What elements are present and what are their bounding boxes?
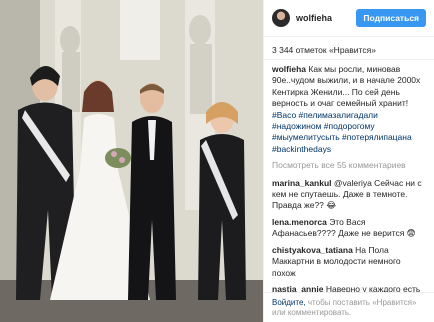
- header-username[interactable]: wolfieha: [296, 13, 356, 23]
- view-all-comments-link[interactable]: Посмотреть все 55 комментариев: [272, 160, 426, 171]
- comment: marina_kankul @valeriya Сейчас ни с кем …: [272, 178, 426, 212]
- caption-hashtags[interactable]: #Васо #пелимазалигадали #надожином #подо…: [272, 110, 412, 154]
- likes-count[interactable]: 3 344 отметок «Нравится»: [264, 37, 434, 60]
- comment: chistyakova_tatiana На Пола Маккартни в …: [272, 245, 426, 279]
- comment-username[interactable]: marina_kankul: [272, 178, 332, 188]
- caption: wolfieha Как мы росли, миновав 90е..чудо…: [272, 64, 426, 155]
- login-link[interactable]: Войдите,: [272, 298, 306, 307]
- instagram-post: wolfieha Подписаться 3 344 отметок «Нрав…: [0, 0, 434, 322]
- like-word: «Нравится»: [372, 298, 417, 307]
- post-header: wolfieha Подписаться: [264, 0, 434, 37]
- or-word: или: [272, 308, 286, 317]
- follow-button[interactable]: Подписаться: [356, 9, 426, 27]
- comment-thread: wolfieha Как мы росли, миновав 90е..чудо…: [264, 60, 434, 318]
- post-photo[interactable]: [0, 0, 263, 322]
- post-sidebar: wolfieha Подписаться 3 344 отметок «Нрав…: [263, 0, 434, 322]
- comment-word: комментировать.: [287, 308, 352, 317]
- comment-username[interactable]: chistyakova_tatiana: [272, 245, 353, 255]
- login-prompt-text: чтобы поставить: [307, 298, 370, 307]
- login-prompt: Войдите, чтобы поставить «Нравится» или …: [264, 292, 434, 322]
- comment: lena.menorca Это Вася Афанасьев???? Даже…: [272, 217, 426, 240]
- avatar[interactable]: [272, 9, 290, 27]
- wedding-photo-illustration: [0, 0, 263, 322]
- comment-username[interactable]: lena.menorca: [272, 217, 327, 227]
- caption-username[interactable]: wolfieha: [272, 64, 306, 74]
